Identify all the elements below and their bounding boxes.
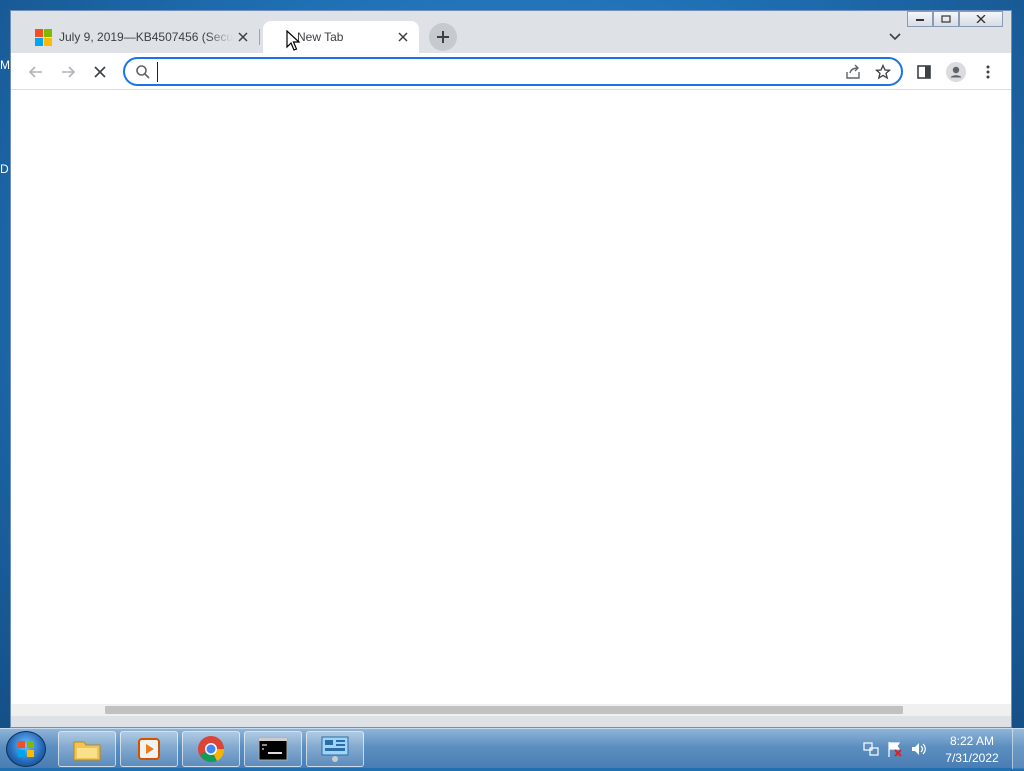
close-icon bbox=[94, 66, 106, 78]
forward-button[interactable] bbox=[55, 59, 81, 85]
microsoft-logo-icon bbox=[35, 29, 52, 46]
page-content[interactable] bbox=[11, 90, 1011, 716]
address-input[interactable] bbox=[157, 61, 841, 82]
mouse-cursor-icon bbox=[286, 30, 300, 51]
media-player-icon bbox=[138, 738, 160, 760]
menu-button[interactable] bbox=[975, 59, 1001, 85]
minimize-icon bbox=[916, 19, 924, 21]
close-icon[interactable] bbox=[233, 27, 253, 47]
clock-time: 8:22 AM bbox=[949, 734, 995, 748]
system-clock[interactable]: 8:22 AM 7/31/2022 bbox=[936, 733, 1008, 767]
taskbar: 8:22 AM 7/31/2022 bbox=[0, 728, 1024, 769]
plus-icon bbox=[437, 31, 449, 43]
new-tab-button[interactable] bbox=[429, 23, 457, 51]
taskbar-chrome[interactable] bbox=[182, 731, 240, 767]
close-icon[interactable] bbox=[393, 27, 413, 47]
tab-strip: July 9, 2019—KB4507456 (Security New Tab bbox=[11, 11, 1011, 53]
chevron-down-icon bbox=[889, 33, 901, 41]
address-bar[interactable] bbox=[123, 57, 903, 86]
close-window-button[interactable] bbox=[959, 11, 1003, 27]
show-desktop-button[interactable] bbox=[1012, 729, 1024, 769]
scrollbar-thumb[interactable] bbox=[105, 706, 903, 714]
network-icon[interactable] bbox=[862, 740, 880, 758]
close-icon bbox=[976, 15, 986, 23]
tab-kb4507456[interactable]: July 9, 2019—KB4507456 (Security bbox=[27, 21, 259, 53]
profile-button[interactable] bbox=[943, 59, 969, 85]
stop-button[interactable] bbox=[87, 59, 113, 85]
share-button[interactable] bbox=[841, 60, 865, 84]
star-icon bbox=[875, 63, 891, 79]
taskbar-control-panel[interactable] bbox=[306, 731, 364, 767]
action-center-icon[interactable] bbox=[886, 740, 904, 758]
window-controls bbox=[907, 11, 1003, 27]
restore-button[interactable] bbox=[933, 11, 959, 27]
control-panel-icon bbox=[321, 736, 349, 762]
bookmark-button[interactable] bbox=[871, 60, 895, 84]
folder-icon bbox=[73, 741, 101, 761]
minimize-button[interactable] bbox=[907, 11, 933, 27]
clock-date: 7/31/2022 bbox=[945, 751, 999, 765]
taskbar-command-prompt[interactable] bbox=[244, 731, 302, 767]
arrow-right-icon bbox=[62, 66, 76, 78]
tab-title: July 9, 2019—KB4507456 (Security bbox=[59, 30, 233, 44]
share-icon bbox=[846, 64, 860, 79]
taskbar-media-player[interactable] bbox=[120, 731, 178, 767]
tab-search-button[interactable] bbox=[883, 25, 907, 49]
horizontal-scrollbar[interactable] bbox=[11, 704, 1011, 716]
restore-icon bbox=[941, 15, 951, 23]
system-tray bbox=[862, 729, 934, 769]
browser-window: July 9, 2019—KB4507456 (Security New Tab bbox=[10, 10, 1012, 728]
side-panel-icon bbox=[917, 65, 931, 79]
more-vert-icon bbox=[986, 65, 990, 79]
tab-separator bbox=[259, 29, 260, 45]
start-button[interactable] bbox=[6, 731, 46, 767]
side-panel-button[interactable] bbox=[911, 59, 937, 85]
windows-logo-icon bbox=[18, 741, 34, 757]
back-button[interactable] bbox=[23, 59, 49, 85]
arrow-left-icon bbox=[28, 66, 42, 78]
taskbar-file-explorer[interactable] bbox=[58, 731, 116, 767]
toolbar bbox=[11, 53, 1011, 90]
search-icon bbox=[136, 64, 150, 79]
chrome-icon bbox=[198, 736, 225, 763]
volume-icon[interactable] bbox=[910, 740, 928, 758]
avatar-icon bbox=[946, 62, 966, 82]
tab-title: New Tab bbox=[297, 30, 344, 44]
terminal-icon bbox=[258, 737, 288, 761]
